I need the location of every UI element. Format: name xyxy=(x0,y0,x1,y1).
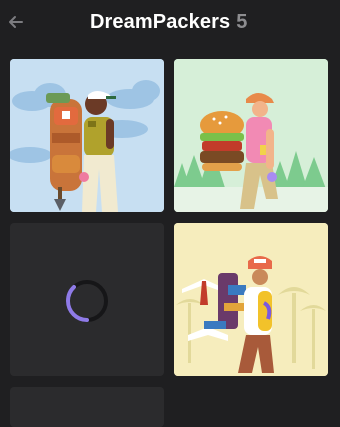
grid-tile-3-loading xyxy=(10,223,164,376)
illustration-hiker-books xyxy=(174,223,328,376)
arrow-left-icon xyxy=(9,16,23,28)
page-title: DreamPackers 5 xyxy=(90,11,247,34)
grid-tile-4[interactable] xyxy=(174,223,328,376)
collection-name: DreamPackers xyxy=(90,11,231,33)
grid-tile-5-loading xyxy=(10,387,164,427)
illustration-hiker-burger xyxy=(174,59,328,212)
back-button[interactable] xyxy=(6,12,26,32)
grid-tile-1[interactable] xyxy=(10,59,164,212)
top-bar: DreamPackers 5 xyxy=(0,0,340,48)
illustration-hiker-clouds xyxy=(10,59,164,212)
loading-spinner-icon xyxy=(65,280,108,322)
grid-tile-2[interactable] xyxy=(174,59,328,212)
item-count: 5 xyxy=(236,11,248,33)
